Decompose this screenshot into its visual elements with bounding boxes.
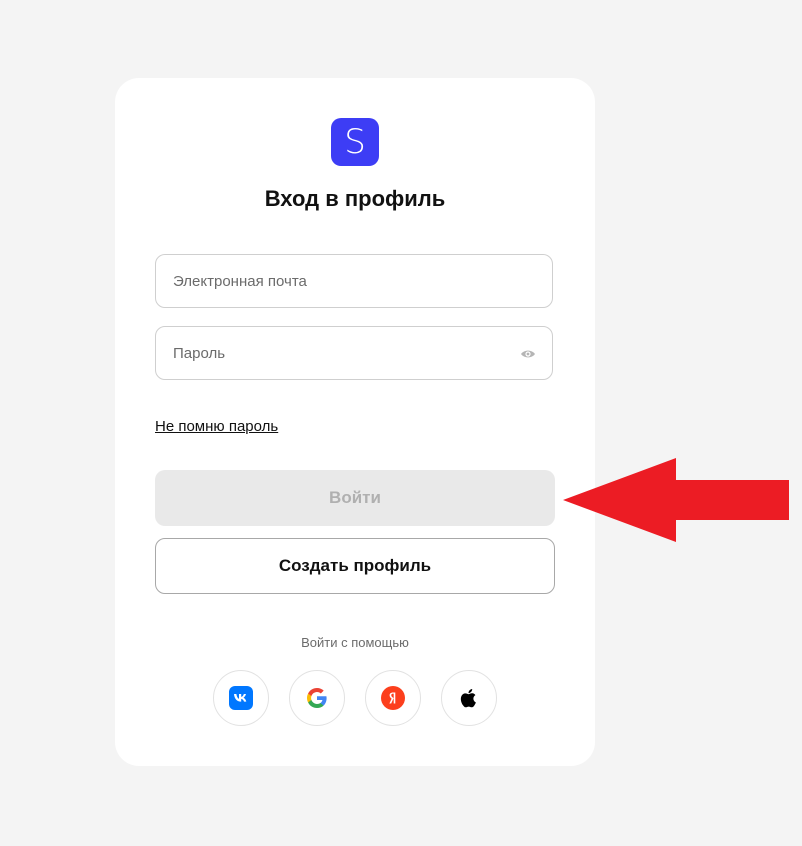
password-field-container [155, 326, 553, 380]
vk-login-button[interactable] [213, 670, 269, 726]
yandex-icon [381, 686, 405, 710]
apple-icon [460, 689, 476, 708]
red-arrow-icon [563, 458, 789, 542]
login-card: S Вход в профиль Не помню пароль Войти С… [115, 78, 595, 766]
page-title: Вход в профиль [264, 186, 446, 211]
vk-icon [229, 686, 253, 710]
app-logo: S [331, 118, 379, 166]
google-login-button[interactable] [289, 670, 345, 726]
yandex-login-button[interactable] [365, 670, 421, 726]
social-login-buttons [213, 670, 497, 726]
social-login-label: Войти с помощью [301, 635, 409, 650]
google-icon [307, 688, 327, 708]
email-field[interactable] [156, 255, 552, 307]
password-field[interactable] [156, 327, 552, 379]
email-field-container [155, 254, 553, 308]
forgot-password-link[interactable]: Не помню пароль [155, 418, 278, 435]
eye-icon[interactable] [520, 347, 536, 361]
apple-login-button[interactable] [441, 670, 497, 726]
login-button[interactable]: Войти [155, 470, 555, 526]
create-profile-button[interactable]: Создать профиль [155, 538, 555, 594]
